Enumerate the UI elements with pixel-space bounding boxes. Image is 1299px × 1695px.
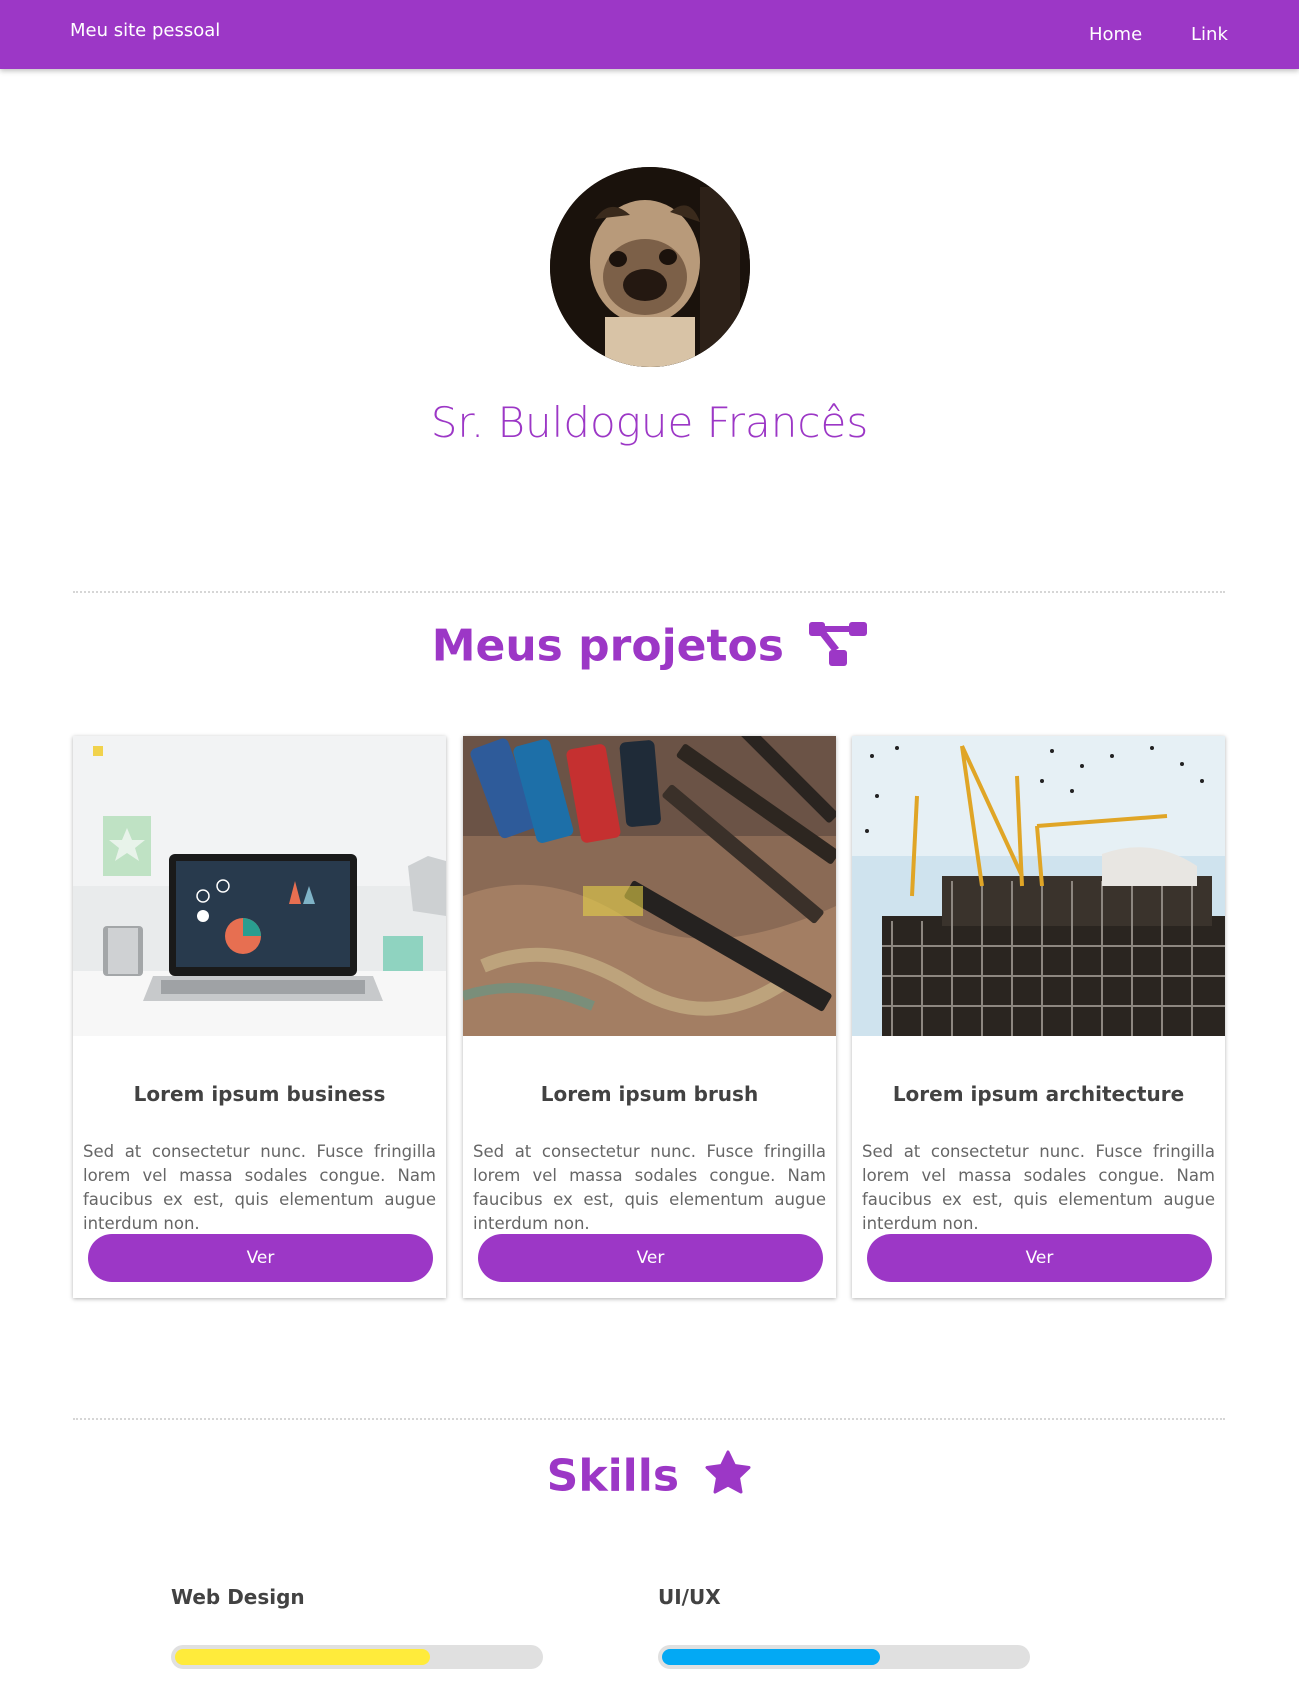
skills-title: Skills xyxy=(0,1450,1299,1507)
section-divider xyxy=(73,1418,1225,1420)
skill-label-web-design: Web Design xyxy=(171,1585,305,1609)
brush-image xyxy=(463,736,836,1036)
card-text: Sed at consectetur nunc. Fusce fringilla… xyxy=(473,1142,826,1233)
star-icon xyxy=(704,1450,752,1507)
skills-title-text: Skills xyxy=(546,1450,680,1502)
project-card-architecture: Lorem ipsum architecture Sed at consecte… xyxy=(852,736,1225,1298)
card-title: Lorem ipsum architecture xyxy=(892,1082,1185,1106)
card-text: Sed at consectetur nunc. Fusce fringilla… xyxy=(862,1142,1215,1233)
navbar: Meu site pessoal Home Link xyxy=(0,0,1299,69)
card-text: Sed at consectetur nunc. Fusce fringilla… xyxy=(83,1142,436,1233)
projects-title: Meus projetos xyxy=(0,620,1299,677)
card-title: Lorem ipsum brush xyxy=(540,1082,759,1106)
nav-link-link[interactable]: Link xyxy=(1191,24,1228,45)
nav-link-home[interactable]: Home xyxy=(1089,24,1142,45)
skill-label-ui-ux: UI/UX xyxy=(658,1585,721,1609)
skill-fill-ui-ux xyxy=(662,1649,880,1665)
project-card-business: Lorem ipsum business Sed at consectetur … xyxy=(73,736,446,1298)
skill-bar-ui-ux xyxy=(658,1645,1030,1669)
project-diagram-icon xyxy=(809,620,868,677)
architecture-image xyxy=(852,736,1225,1036)
brand-logo[interactable]: Meu site pessoal xyxy=(70,20,220,41)
card-view-button[interactable]: Ver xyxy=(478,1234,823,1282)
profile-name: Sr. Buldogue Francês xyxy=(430,398,869,447)
skill-fill-web-design xyxy=(175,1649,430,1665)
business-image xyxy=(73,736,446,1036)
project-card-brush: Lorem ipsum brush Sed at consectetur nun… xyxy=(463,736,836,1298)
avatar xyxy=(550,167,750,367)
section-divider xyxy=(73,591,1225,593)
skill-bar-web-design xyxy=(171,1645,543,1669)
card-view-button[interactable]: Ver xyxy=(88,1234,433,1282)
card-view-button[interactable]: Ver xyxy=(867,1234,1212,1282)
card-title: Lorem ipsum business xyxy=(133,1082,386,1106)
projects-title-text: Meus projetos xyxy=(431,620,784,672)
